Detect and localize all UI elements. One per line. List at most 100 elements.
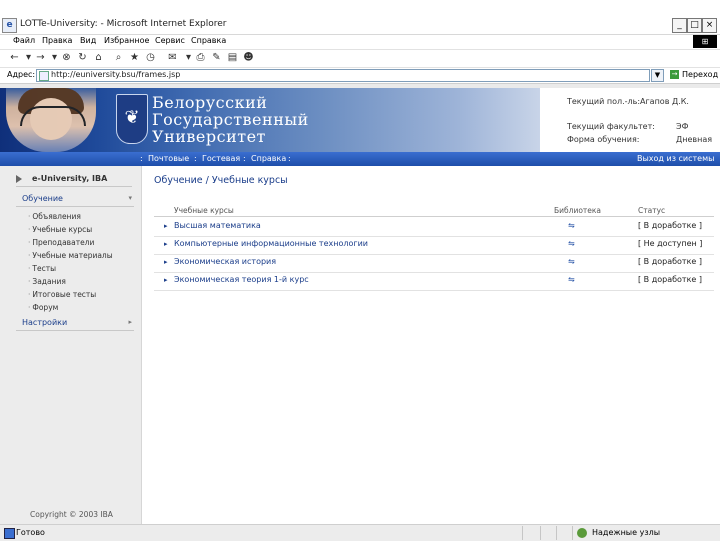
main-content: Обучение / Учебные курсы Учебные курсы Б…: [142, 166, 720, 524]
sidebar-item-assignments[interactable]: · Задания: [28, 277, 66, 286]
university-crest-icon: ❦: [116, 94, 148, 144]
mail-icon[interactable]: ✉: [166, 52, 179, 64]
sidebar-item-materials[interactable]: · Учебные материалы: [28, 251, 113, 260]
forward-arrow-icon[interactable]: →: [34, 52, 47, 64]
user-name: Агапов Д.К.: [640, 97, 689, 106]
logout-link[interactable]: Выход из системы: [637, 154, 714, 163]
back-arrow-icon[interactable]: ←: [8, 52, 21, 64]
ie-app-icon: e: [2, 18, 17, 33]
go-button[interactable]: Переход: [682, 70, 718, 79]
triangle-bullet-icon: ▸: [164, 258, 168, 266]
favorites-icon[interactable]: ★: [128, 52, 141, 64]
sidebar-item-courses[interactable]: · Учебные курсы: [28, 225, 92, 234]
window-title-bar: e LOTTe-University: - Microsoft Internet…: [0, 16, 720, 35]
course-link[interactable]: Высшая математика: [174, 221, 261, 230]
history-icon[interactable]: ◷: [144, 52, 157, 64]
headset-icon: [20, 106, 86, 126]
library-icon[interactable]: ⇋: [568, 221, 579, 230]
study-form-value: Дневная: [676, 135, 713, 144]
operator-photo: [6, 88, 96, 152]
column-header-status: Статус: [638, 206, 666, 215]
sidebar-brand: e-University, IBA: [16, 174, 132, 187]
site-nav-bar: : Почтовые : Гостевая : Справка : Выход …: [0, 152, 720, 166]
table-header: Учебные курсы Библиотека Статус: [154, 206, 714, 217]
triangle-bullet-icon: ▸: [164, 240, 168, 248]
refresh-icon[interactable]: ↻: [76, 52, 89, 64]
user-label: Текущий пол.-ль:: [567, 97, 641, 106]
course-status: [ В доработке ]: [638, 275, 703, 284]
search-icon[interactable]: ⌕: [112, 52, 125, 64]
edit-icon[interactable]: ✎: [210, 52, 223, 64]
sidebar: e-University, IBA Обучение ▾ · Объявления…: [0, 166, 142, 524]
faculty-value: ЭФ: [676, 122, 689, 131]
menu-help[interactable]: Справка: [191, 36, 226, 45]
sidebar-item-final-tests[interactable]: · Итоговые тесты: [28, 290, 96, 299]
course-link[interactable]: Экономическая теория 1-й курс: [174, 275, 309, 284]
stop-icon[interactable]: ⊗: [60, 52, 73, 64]
column-header-courses: Учебные курсы: [174, 206, 234, 215]
messenger-icon[interactable]: ☻: [242, 52, 255, 64]
library-icon[interactable]: ⇋: [568, 239, 579, 248]
status-text: Готово: [16, 528, 45, 537]
menu-view[interactable]: Вид: [80, 36, 96, 45]
sidebar-section-settings[interactable]: Настройки ▸: [16, 318, 134, 331]
menu-bar: Файл Правка Вид Избранное Сервис Справка…: [0, 35, 720, 50]
chevron-right-icon: ▸: [128, 318, 132, 326]
faculty-label: Текущий факультет:: [567, 122, 655, 131]
triangle-bullet-icon: ▸: [164, 276, 168, 284]
nav-link-help[interactable]: Справка: [251, 154, 286, 163]
address-bar: Адрес: http://euniversity.bsu/frames.jsp…: [0, 68, 720, 84]
course-status: [ В доработке ]: [638, 221, 703, 230]
arrow-right-icon: [16, 175, 22, 183]
sidebar-item-forum[interactable]: · Форум: [28, 303, 58, 312]
page-status-icon: [4, 528, 15, 539]
address-input[interactable]: http://euniversity.bsu/frames.jsp: [36, 69, 650, 82]
windows-logo-icon: ⊞: [693, 35, 717, 48]
column-header-library: Библиотека: [554, 206, 602, 215]
menu-tools[interactable]: Сервис: [155, 36, 185, 45]
maximize-button[interactable]: □: [687, 18, 702, 33]
table-row: ▸ Экономическая история ⇋ [ В доработке …: [154, 254, 714, 273]
course-status: [ Не доступен ]: [638, 239, 703, 248]
discuss-icon[interactable]: ▤: [226, 52, 239, 64]
nav-link-mail[interactable]: Почтовые: [148, 154, 189, 163]
browser-toolbar: ← ▾ → ▾ ⊗ ↻ ⌂ ⌕ ★ ◷ ✉ ▾ ⎙ ✎ ▤ ☻: [0, 50, 720, 68]
copyright-text: Copyright © 2003 IBA: [30, 510, 113, 519]
menu-file[interactable]: Файл: [13, 36, 35, 45]
table-row: ▸ Высшая математика ⇋ [ В доработке ]: [154, 218, 714, 237]
minimize-button[interactable]: _: [672, 18, 687, 33]
section-learning-label: Обучение: [22, 194, 63, 203]
security-zone-text: Надежные узлы: [592, 528, 661, 537]
menu-edit[interactable]: Правка: [42, 36, 72, 45]
go-arrow-icon[interactable]: →: [670, 70, 679, 79]
study-form-label: Форма обучения:: [567, 135, 640, 144]
table-row: ▸ Компьютерные информационные технологии…: [154, 236, 714, 255]
table-row: ▸ Экономическая теория 1-й курс ⇋ [ В до…: [154, 272, 714, 291]
section-settings-label: Настройки: [22, 318, 68, 327]
home-icon[interactable]: ⌂: [92, 52, 105, 64]
address-dropdown-icon[interactable]: ▼: [651, 69, 664, 82]
sidebar-item-tests[interactable]: · Тесты: [28, 264, 56, 273]
header-banner: ❦ Белорусский Государственный Университе…: [0, 88, 540, 152]
window-title: LOTTe-University: - Microsoft Internet E…: [20, 19, 227, 29]
breadcrumb: Обучение / Учебные курсы: [154, 175, 288, 186]
course-link[interactable]: Компьютерные информационные технологии: [174, 239, 368, 248]
triangle-bullet-icon: ▸: [164, 222, 168, 230]
menu-favorites[interactable]: Избранное: [104, 36, 149, 45]
course-link[interactable]: Экономическая история: [174, 257, 276, 266]
user-info-panel: Текущий пол.-ль: Агапов Д.К. Текущий фак…: [540, 88, 720, 152]
sidebar-item-teachers[interactable]: · Преподаватели: [28, 238, 94, 247]
close-button[interactable]: ×: [702, 18, 717, 33]
sidebar-section-learning[interactable]: Обучение ▾: [16, 194, 134, 207]
address-url: http://euniversity.bsu/frames.jsp: [51, 70, 181, 79]
sidebar-item-announcements[interactable]: · Объявления: [28, 212, 81, 221]
library-icon[interactable]: ⇋: [568, 275, 579, 284]
status-bar: Готово Надежные узлы: [0, 524, 720, 541]
site-header: ❦ Белорусский Государственный Университе…: [0, 88, 720, 152]
page-icon: [39, 71, 49, 81]
trusted-zone-icon: [577, 528, 587, 538]
library-icon[interactable]: ⇋: [568, 257, 579, 266]
course-status: [ В доработке ]: [638, 257, 703, 266]
nav-link-guestbook[interactable]: Гостевая: [202, 154, 240, 163]
print-icon[interactable]: ⎙: [194, 52, 207, 64]
